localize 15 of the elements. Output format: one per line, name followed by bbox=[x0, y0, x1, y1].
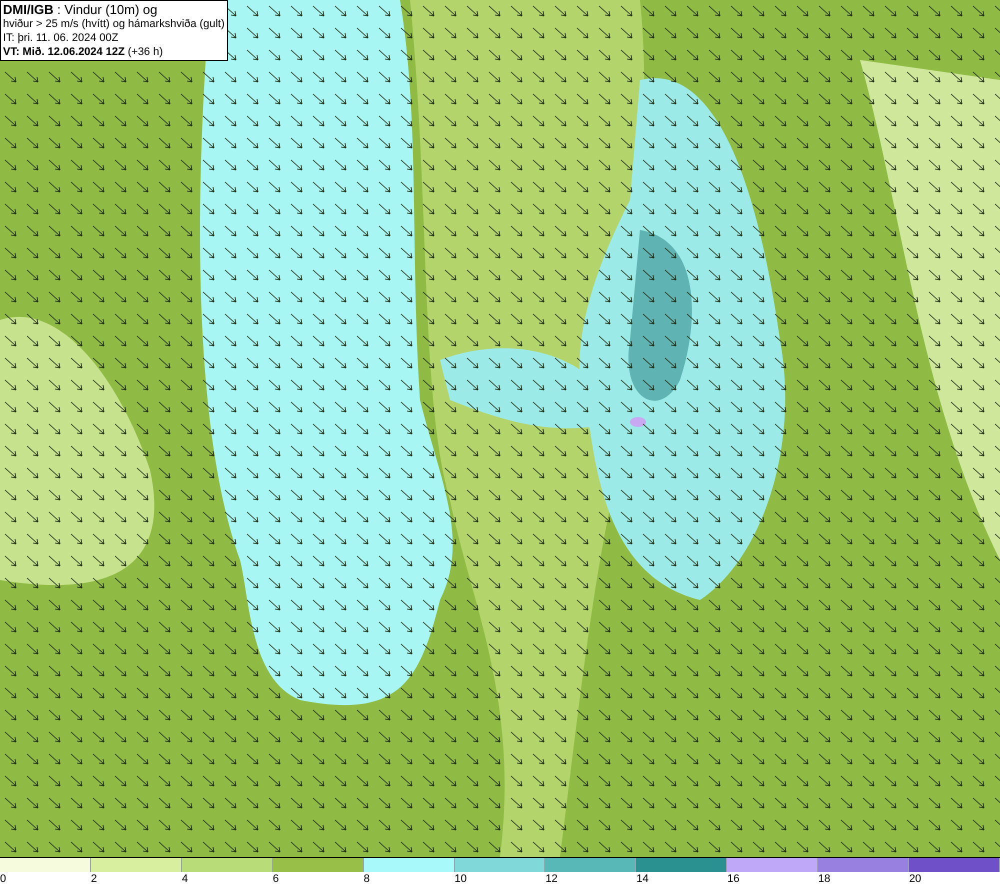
legend-label: 16 bbox=[727, 872, 740, 887]
legend-label: 6 bbox=[272, 872, 279, 887]
legend-label: 20 bbox=[909, 872, 922, 887]
legend-label: 2 bbox=[90, 872, 98, 887]
legend-label: 12 bbox=[545, 872, 558, 887]
info-text: IT: þri. 11. 06. 2024 00Z bbox=[3, 31, 120, 45]
info-text: DMI/IGB : Vindur (10m) og bbox=[3, 2, 158, 17]
legend-label: 18 bbox=[818, 872, 830, 887]
legend-label: 14 bbox=[636, 872, 649, 887]
legend-label: 0 bbox=[0, 872, 6, 887]
info-text: hviður > 25 m/s (hvítt) og hámarkshviða (gult) bbox=[3, 17, 225, 31]
legend-label: 10 bbox=[454, 872, 467, 887]
legend-label: 8 bbox=[364, 872, 370, 887]
legend-label: 4 bbox=[182, 872, 188, 887]
info-text: VT: Mið. 12.06.2024 12Z (+36 h) bbox=[3, 45, 164, 59]
